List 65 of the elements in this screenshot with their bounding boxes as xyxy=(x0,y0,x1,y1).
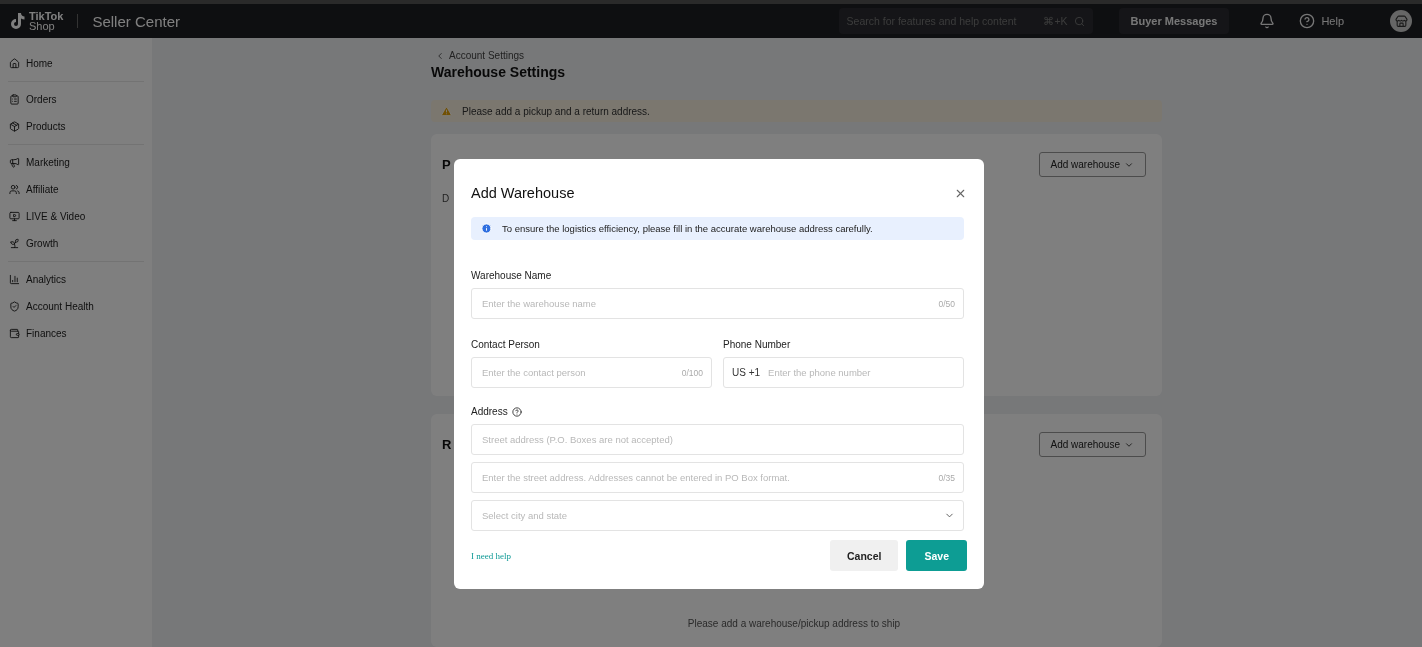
text-input[interactable]: Enter the contact person xyxy=(480,366,676,379)
search-icon xyxy=(1073,15,1085,27)
street-address-field[interactable]: Street address (P.O. Boxes are not accepted) xyxy=(471,424,964,455)
bar-chart-icon xyxy=(9,274,20,285)
sprout-icon xyxy=(9,238,20,249)
field-label: Contact Person xyxy=(471,339,541,350)
empty-message: Please add a warehouse/pickup address to ship xyxy=(687,618,901,629)
info-text: To ensure the logistics efficiency, please fill in the accurate warehouse address carefully. xyxy=(502,223,873,234)
app-title: Seller Center xyxy=(92,12,180,30)
sidebar-item[interactable]: Growth xyxy=(8,230,144,257)
sidebar-item[interactable]: Affiliate xyxy=(8,176,144,203)
buyer-messages-button[interactable]: Buyer Messages xyxy=(1118,8,1230,34)
field-label: Address xyxy=(471,406,508,417)
package-icon xyxy=(9,121,20,132)
character-counter: 0/50 xyxy=(938,298,955,309)
wallet-icon xyxy=(9,328,20,339)
sidebar-item[interactable]: Finances xyxy=(8,320,144,347)
help-icon xyxy=(1299,13,1316,29)
country-code: US +1 xyxy=(732,367,761,378)
help-link[interactable]: I need help xyxy=(471,550,511,561)
tiktok-note-icon xyxy=(10,12,26,30)
sidebar-item[interactable]: Marketing xyxy=(8,149,144,176)
cancel-button[interactable]: Cancel xyxy=(830,540,899,571)
notification-bell-icon[interactable] xyxy=(1259,13,1276,29)
sidebar-item[interactable]: Analytics xyxy=(8,266,144,293)
text-input[interactable]: Enter the warehouse name xyxy=(480,297,933,310)
chevron-left-icon xyxy=(435,50,445,61)
warehouse-name-field[interactable]: Enter the warehouse name 0/50 xyxy=(471,288,964,319)
sidebar-item[interactable]: Home xyxy=(8,50,144,77)
video-icon xyxy=(9,211,20,222)
sidebar-item[interactable]: LIVE & Video xyxy=(8,203,144,230)
save-button[interactable]: Save xyxy=(906,540,967,571)
warning-text: Please add a pickup and a return address. xyxy=(462,105,650,117)
card-title: R xyxy=(442,437,452,452)
sidebar-item[interactable]: Account Health xyxy=(8,293,144,320)
megaphone-icon xyxy=(9,157,20,168)
add-warehouse-button[interactable]: Add warehouse xyxy=(1038,152,1146,177)
field-label: Phone Number xyxy=(723,339,792,350)
text-input[interactable]: Select city and state xyxy=(480,509,938,522)
people-icon xyxy=(9,184,20,195)
text-input[interactable]: Enter the phone number xyxy=(766,366,955,379)
help-icon[interactable] xyxy=(511,406,522,417)
card-text: D xyxy=(442,193,451,204)
city-state-select[interactable]: Select city and state xyxy=(471,500,964,531)
store-avatar[interactable] xyxy=(1390,10,1412,32)
breadcrumb-link[interactable]: Account Settings xyxy=(431,50,1162,61)
shield-icon xyxy=(9,301,20,312)
tiktok-shop-logo: TikTok Shop xyxy=(10,11,64,31)
phone-number-field[interactable]: US +1 Enter the phone number xyxy=(723,357,964,388)
dialog-title: Add Warehouse xyxy=(471,185,575,201)
text-input[interactable]: Street address (P.O. Boxes are not accepted) xyxy=(480,433,955,446)
clipboard-icon xyxy=(9,94,20,105)
home-icon xyxy=(9,58,20,69)
contact-person-field[interactable]: Enter the contact person 0/100 xyxy=(471,357,712,388)
sidebar-item[interactable]: Products xyxy=(8,113,144,140)
info-icon xyxy=(481,223,492,234)
help-button[interactable]: Help xyxy=(1293,12,1350,30)
character-counter: 0/100 xyxy=(681,367,703,378)
sidebar-item[interactable]: Orders xyxy=(8,86,144,113)
page-title: Warehouse Settings xyxy=(431,64,567,80)
warning-icon xyxy=(441,105,452,117)
field-label: Warehouse Name xyxy=(471,270,553,281)
add-warehouse-button[interactable]: Add warehouse xyxy=(1038,432,1146,457)
card-title: P xyxy=(442,157,451,172)
character-counter: 0/35 xyxy=(938,472,955,483)
